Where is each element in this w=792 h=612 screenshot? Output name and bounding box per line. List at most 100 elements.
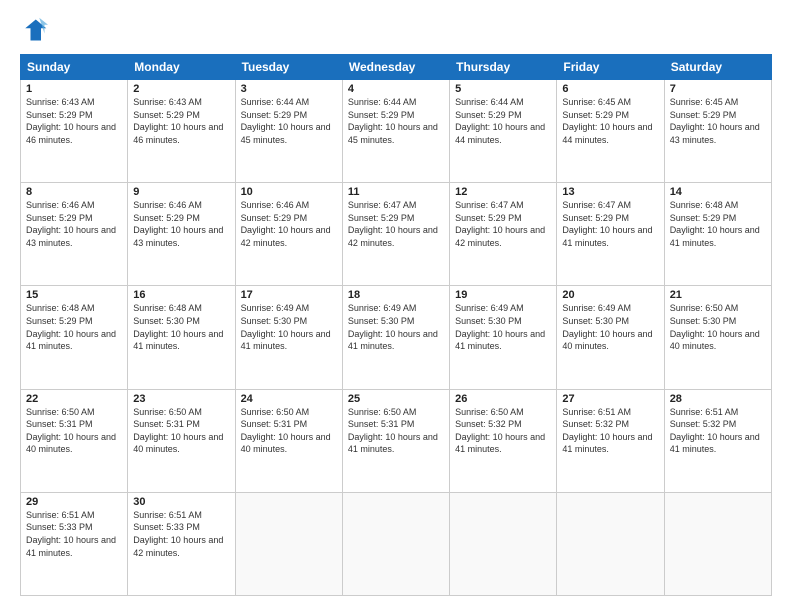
day-info: Sunrise: 6:47 AMSunset: 5:29 PMDaylight:…	[562, 200, 652, 248]
day-cell: 25 Sunrise: 6:50 AMSunset: 5:31 PMDaylig…	[342, 389, 449, 492]
logo-icon	[20, 16, 48, 44]
day-info: Sunrise: 6:50 AMSunset: 5:30 PMDaylight:…	[670, 303, 760, 351]
day-info: Sunrise: 6:50 AMSunset: 5:31 PMDaylight:…	[241, 407, 331, 455]
header-sunday: Sunday	[21, 55, 128, 80]
day-cell: 11 Sunrise: 6:47 AMSunset: 5:29 PMDaylig…	[342, 183, 449, 286]
day-info: Sunrise: 6:51 AMSunset: 5:33 PMDaylight:…	[133, 510, 223, 558]
day-number: 28	[670, 393, 766, 405]
day-info: Sunrise: 6:50 AMSunset: 5:32 PMDaylight:…	[455, 407, 545, 455]
day-cell: 23 Sunrise: 6:50 AMSunset: 5:31 PMDaylig…	[128, 389, 235, 492]
day-number: 1	[26, 83, 122, 95]
day-number: 7	[670, 83, 766, 95]
day-info: Sunrise: 6:48 AMSunset: 5:29 PMDaylight:…	[670, 200, 760, 248]
day-cell	[664, 492, 771, 595]
day-info: Sunrise: 6:49 AMSunset: 5:30 PMDaylight:…	[241, 303, 331, 351]
day-cell: 27 Sunrise: 6:51 AMSunset: 5:32 PMDaylig…	[557, 389, 664, 492]
header-monday: Monday	[128, 55, 235, 80]
day-number: 18	[348, 289, 444, 301]
day-cell: 13 Sunrise: 6:47 AMSunset: 5:29 PMDaylig…	[557, 183, 664, 286]
day-cell: 16 Sunrise: 6:48 AMSunset: 5:30 PMDaylig…	[128, 286, 235, 389]
day-cell: 9 Sunrise: 6:46 AMSunset: 5:29 PMDayligh…	[128, 183, 235, 286]
day-cell: 29 Sunrise: 6:51 AMSunset: 5:33 PMDaylig…	[21, 492, 128, 595]
day-number: 17	[241, 289, 337, 301]
day-number: 22	[26, 393, 122, 405]
day-number: 2	[133, 83, 229, 95]
day-info: Sunrise: 6:49 AMSunset: 5:30 PMDaylight:…	[455, 303, 545, 351]
day-number: 16	[133, 289, 229, 301]
day-cell: 12 Sunrise: 6:47 AMSunset: 5:29 PMDaylig…	[450, 183, 557, 286]
day-number: 13	[562, 186, 658, 198]
day-cell: 2 Sunrise: 6:43 AMSunset: 5:29 PMDayligh…	[128, 80, 235, 183]
day-cell: 20 Sunrise: 6:49 AMSunset: 5:30 PMDaylig…	[557, 286, 664, 389]
day-cell: 15 Sunrise: 6:48 AMSunset: 5:29 PMDaylig…	[21, 286, 128, 389]
day-number: 5	[455, 83, 551, 95]
day-cell: 28 Sunrise: 6:51 AMSunset: 5:32 PMDaylig…	[664, 389, 771, 492]
day-number: 4	[348, 83, 444, 95]
day-info: Sunrise: 6:45 AMSunset: 5:29 PMDaylight:…	[670, 97, 760, 145]
day-cell: 4 Sunrise: 6:44 AMSunset: 5:29 PMDayligh…	[342, 80, 449, 183]
day-info: Sunrise: 6:49 AMSunset: 5:30 PMDaylight:…	[348, 303, 438, 351]
day-number: 27	[562, 393, 658, 405]
day-cell: 22 Sunrise: 6:50 AMSunset: 5:31 PMDaylig…	[21, 389, 128, 492]
logo	[20, 16, 52, 44]
day-info: Sunrise: 6:49 AMSunset: 5:30 PMDaylight:…	[562, 303, 652, 351]
day-info: Sunrise: 6:51 AMSunset: 5:32 PMDaylight:…	[562, 407, 652, 455]
calendar-table: SundayMondayTuesdayWednesdayThursdayFrid…	[20, 54, 772, 596]
day-info: Sunrise: 6:43 AMSunset: 5:29 PMDaylight:…	[26, 97, 116, 145]
day-number: 6	[562, 83, 658, 95]
day-cell	[557, 492, 664, 595]
day-info: Sunrise: 6:50 AMSunset: 5:31 PMDaylight:…	[133, 407, 223, 455]
header	[20, 16, 772, 44]
day-number: 11	[348, 186, 444, 198]
day-cell: 5 Sunrise: 6:44 AMSunset: 5:29 PMDayligh…	[450, 80, 557, 183]
day-cell: 21 Sunrise: 6:50 AMSunset: 5:30 PMDaylig…	[664, 286, 771, 389]
week-row-4: 29 Sunrise: 6:51 AMSunset: 5:33 PMDaylig…	[21, 492, 772, 595]
day-number: 9	[133, 186, 229, 198]
day-number: 24	[241, 393, 337, 405]
day-info: Sunrise: 6:45 AMSunset: 5:29 PMDaylight:…	[562, 97, 652, 145]
day-cell	[342, 492, 449, 595]
day-number: 30	[133, 496, 229, 508]
day-cell: 19 Sunrise: 6:49 AMSunset: 5:30 PMDaylig…	[450, 286, 557, 389]
day-cell: 3 Sunrise: 6:44 AMSunset: 5:29 PMDayligh…	[235, 80, 342, 183]
day-number: 29	[26, 496, 122, 508]
day-number: 26	[455, 393, 551, 405]
header-thursday: Thursday	[450, 55, 557, 80]
day-number: 12	[455, 186, 551, 198]
header-friday: Friday	[557, 55, 664, 80]
week-row-1: 8 Sunrise: 6:46 AMSunset: 5:29 PMDayligh…	[21, 183, 772, 286]
day-number: 15	[26, 289, 122, 301]
day-cell: 14 Sunrise: 6:48 AMSunset: 5:29 PMDaylig…	[664, 183, 771, 286]
week-row-2: 15 Sunrise: 6:48 AMSunset: 5:29 PMDaylig…	[21, 286, 772, 389]
day-info: Sunrise: 6:46 AMSunset: 5:29 PMDaylight:…	[241, 200, 331, 248]
day-cell: 26 Sunrise: 6:50 AMSunset: 5:32 PMDaylig…	[450, 389, 557, 492]
day-info: Sunrise: 6:48 AMSunset: 5:30 PMDaylight:…	[133, 303, 223, 351]
day-info: Sunrise: 6:44 AMSunset: 5:29 PMDaylight:…	[348, 97, 438, 145]
day-number: 3	[241, 83, 337, 95]
day-info: Sunrise: 6:44 AMSunset: 5:29 PMDaylight:…	[241, 97, 331, 145]
day-cell	[235, 492, 342, 595]
day-number: 23	[133, 393, 229, 405]
day-info: Sunrise: 6:44 AMSunset: 5:29 PMDaylight:…	[455, 97, 545, 145]
day-cell: 1 Sunrise: 6:43 AMSunset: 5:29 PMDayligh…	[21, 80, 128, 183]
day-cell: 10 Sunrise: 6:46 AMSunset: 5:29 PMDaylig…	[235, 183, 342, 286]
day-info: Sunrise: 6:51 AMSunset: 5:32 PMDaylight:…	[670, 407, 760, 455]
day-info: Sunrise: 6:51 AMSunset: 5:33 PMDaylight:…	[26, 510, 116, 558]
day-cell: 8 Sunrise: 6:46 AMSunset: 5:29 PMDayligh…	[21, 183, 128, 286]
day-number: 14	[670, 186, 766, 198]
calendar-page: SundayMondayTuesdayWednesdayThursdayFrid…	[0, 0, 792, 612]
day-number: 21	[670, 289, 766, 301]
header-tuesday: Tuesday	[235, 55, 342, 80]
day-info: Sunrise: 6:48 AMSunset: 5:29 PMDaylight:…	[26, 303, 116, 351]
day-cell: 17 Sunrise: 6:49 AMSunset: 5:30 PMDaylig…	[235, 286, 342, 389]
day-info: Sunrise: 6:50 AMSunset: 5:31 PMDaylight:…	[26, 407, 116, 455]
day-cell: 6 Sunrise: 6:45 AMSunset: 5:29 PMDayligh…	[557, 80, 664, 183]
day-number: 8	[26, 186, 122, 198]
day-number: 19	[455, 289, 551, 301]
header-saturday: Saturday	[664, 55, 771, 80]
week-row-0: 1 Sunrise: 6:43 AMSunset: 5:29 PMDayligh…	[21, 80, 772, 183]
day-cell	[450, 492, 557, 595]
header-wednesday: Wednesday	[342, 55, 449, 80]
day-number: 25	[348, 393, 444, 405]
day-info: Sunrise: 6:46 AMSunset: 5:29 PMDaylight:…	[133, 200, 223, 248]
